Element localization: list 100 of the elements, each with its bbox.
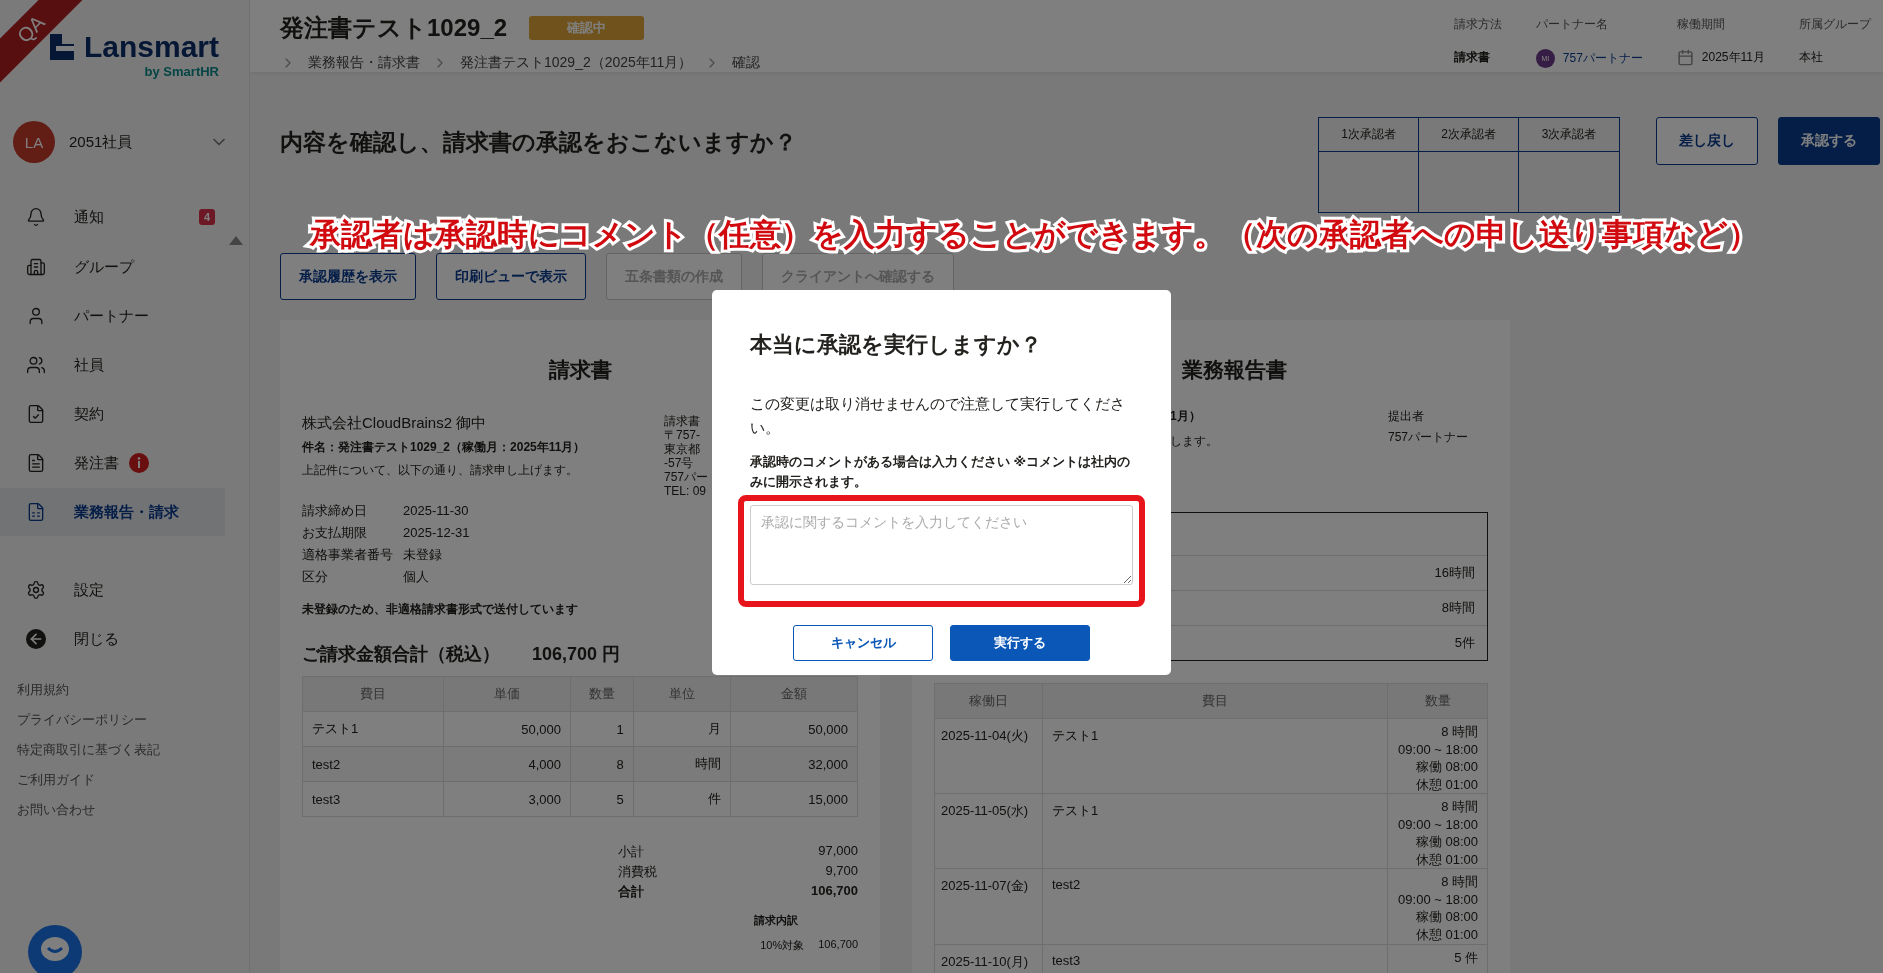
issuer-text: TEL: 09 (664, 484, 707, 498)
client-name: 株式会社CloudBrains2 御中 (302, 414, 487, 433)
footer-link[interactable]: 利用規約 (17, 681, 249, 699)
user-name: 2051社員 (69, 132, 134, 152)
nav-item[interactable]: 通知 4 (0, 193, 225, 241)
footer-link[interactable]: プライバシーポリシー (17, 711, 249, 729)
footer-link[interactable]: ご利用ガイド (17, 771, 249, 789)
action-button[interactable]: 印刷ビューで表示 (436, 253, 586, 300)
issuer-text: 757パー (664, 470, 709, 484)
logo-text: Lansmart (83, 30, 219, 64)
building-icon (26, 257, 46, 277)
invoice-intro: 上記件について、以下の通り、請求申し上げます。 (302, 462, 578, 479)
field-label: 請求締め日 (302, 502, 367, 519)
approver-header: 1次承認者 (1319, 118, 1419, 152)
table-cell: test3 (302, 781, 444, 817)
summary-value: 97,000 (817, 843, 858, 860)
people-icon (26, 355, 46, 375)
calendar-icon (1676, 49, 1694, 66)
table-cell: 2025-11-04(火) (934, 718, 1043, 794)
chat-button[interactable] (28, 925, 82, 973)
field-label: 区分 (302, 568, 328, 585)
total-label: ご請求金額合計（税込） (302, 643, 500, 666)
table-cell: test2 (302, 746, 444, 782)
user-avatar[interactable]: LA (13, 121, 55, 163)
status-badge: 確認中 (529, 16, 645, 40)
issuer-text: 請求書 (664, 414, 700, 428)
document-yen-icon (26, 502, 46, 522)
summary-label: 合計 (618, 883, 645, 901)
table-cell: 50,000 (730, 711, 858, 747)
report-title: 業務報告書 (1181, 357, 1287, 383)
page-heading: 内容を確認し、請求書の承認をおこないますか？ (280, 128, 798, 157)
column-header: 金額 (730, 676, 858, 712)
document-check-icon (26, 404, 46, 424)
cancel-button[interactable]: キャンセル (793, 625, 933, 661)
table-cell: test3 (1042, 944, 1388, 973)
column-header: 単価 (443, 676, 571, 712)
return-button[interactable]: 差し戻し (1656, 117, 1758, 165)
nav-item[interactable]: パートナー (0, 292, 225, 340)
breadcrumb-link[interactable]: 発注書テスト1029_2（2025年11月） (460, 54, 693, 72)
summary-label: 消費税 (618, 863, 658, 881)
approver-header: 3次承認者 (1519, 118, 1619, 152)
nav-item[interactable]: 閉じる (0, 615, 225, 663)
table-cell: 2025-11-07(金) (934, 868, 1043, 945)
field-label: 適格事業者番号 (302, 546, 393, 563)
bell-icon (26, 207, 46, 227)
table-cell: 8 時間 09:00 ~ 18:00 稼働 08:00 休憩 01:00 (1387, 718, 1488, 794)
field-value: 個人 (403, 568, 429, 585)
comment-field[interactable]: 承認に関するコメントを入力してください (750, 505, 1133, 585)
column-header: 稼働日 (934, 683, 1043, 719)
summary-label: 小計 (618, 843, 645, 861)
nav-item[interactable]: 設定 (0, 566, 225, 614)
submitter-label: 提出者 (1387, 408, 1424, 425)
column-header: 数量 (1387, 683, 1488, 719)
count-badge: 4 (198, 209, 215, 225)
column-header: 費目 (1042, 683, 1388, 719)
table-cell: 件 (633, 781, 731, 817)
settings-icon (26, 580, 46, 600)
table-cell: テスト1 (1042, 793, 1388, 869)
arrow-left-circle-icon (26, 629, 46, 649)
table-cell: 1 (570, 711, 634, 747)
nav-item[interactable]: 契約 (0, 390, 225, 438)
table-cell: 3,000 (443, 781, 571, 817)
table-cell: 時間 (633, 746, 731, 782)
issuer-text: 〒757- (664, 428, 701, 442)
table-cell: 32,000 (730, 746, 858, 782)
breakdown-title: 請求内訳 (754, 913, 798, 928)
triangle-up-icon[interactable] (229, 236, 243, 245)
confirm-button[interactable]: 実行する (950, 625, 1090, 661)
breadcrumb-link[interactable]: 業務報告・請求書 (308, 54, 420, 72)
breakdown-label: 10%対象 (760, 938, 805, 953)
column-header: 数量 (570, 676, 634, 712)
field-value: 未登録 (403, 546, 442, 563)
field-label: お支払期限 (302, 524, 367, 541)
table-cell: 8 時間 09:00 ~ 18:00 稼働 08:00 休憩 01:00 (1387, 868, 1488, 945)
action-button[interactable]: 承認履歴を表示 (280, 253, 416, 300)
footer-link[interactable]: 特定商取引に基づく表記 (17, 741, 249, 759)
report-subject: 1月） (1170, 408, 1201, 425)
total-amount: 106,700 円 (532, 643, 621, 666)
issuer-text: -57号 (664, 456, 694, 470)
logo-subtitle: by SmartHR (144, 64, 219, 79)
approve-button[interactable]: 承認する (1778, 117, 1880, 165)
annotation-text: 承認者は承認時にコメント（任意）を入力することができます。（次の承認者への申し送り事項など） (310, 216, 1759, 254)
nav-item[interactable]: 業務報告・請求 (0, 488, 225, 536)
nav-item[interactable]: 発注書 (0, 439, 225, 487)
meta-label: 稼働期間 (1676, 16, 1726, 33)
submitter-name: 757パートナー (1387, 429, 1468, 446)
invoice-notice: 未登録のため、非適格請求書形式で送付しています (302, 602, 578, 616)
nav-item[interactable]: グループ (0, 243, 225, 291)
field-value: 2025-12-31 (403, 524, 470, 541)
invoice-title: 請求書 (548, 357, 612, 383)
table-cell: 5 (570, 781, 634, 817)
meta-value: 請求書 (1453, 49, 1491, 66)
chat-bubble-icon (40, 937, 70, 963)
report-intro: します。 (1170, 433, 1218, 450)
nav-item[interactable]: 社員 (0, 341, 225, 389)
meta-label: 請求方法 (1453, 16, 1502, 33)
table-cell: 5 件 (1387, 944, 1488, 973)
table-cell: 月 (633, 711, 731, 747)
footer-link[interactable]: お問い合わせ (17, 801, 249, 819)
issuer-text: 東京都 (664, 442, 700, 456)
